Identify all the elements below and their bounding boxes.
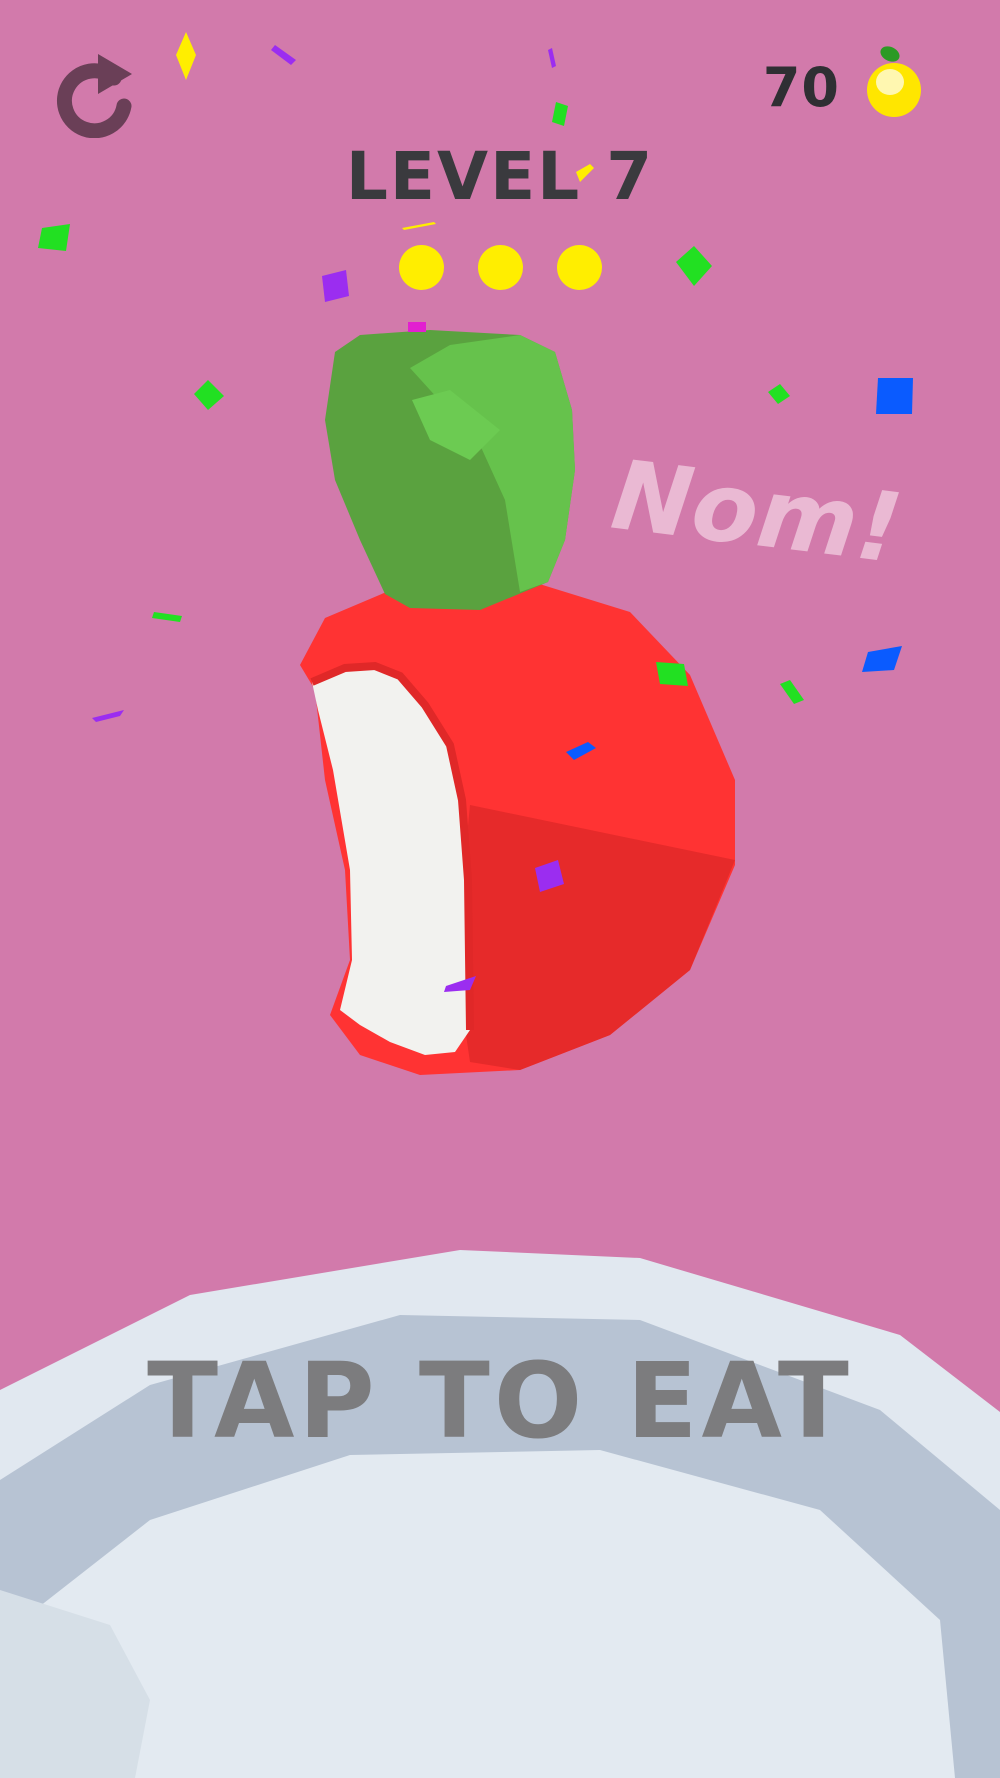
leaf <box>325 330 575 610</box>
plate <box>0 1250 1000 1778</box>
progress-dot <box>398 245 444 290</box>
progress-dot <box>556 245 602 290</box>
restart-icon <box>56 54 132 139</box>
apple <box>300 578 735 1075</box>
progress-dot <box>477 245 523 290</box>
tap-to-eat-button[interactable]: TAP TO EAT <box>0 1340 1000 1462</box>
level-progress <box>0 245 1000 290</box>
lemon-coin-icon <box>867 46 921 117</box>
level-title: LEVEL 7 <box>345 138 655 215</box>
coin-count: 70 <box>762 56 840 119</box>
restart-button[interactable] <box>52 48 134 139</box>
